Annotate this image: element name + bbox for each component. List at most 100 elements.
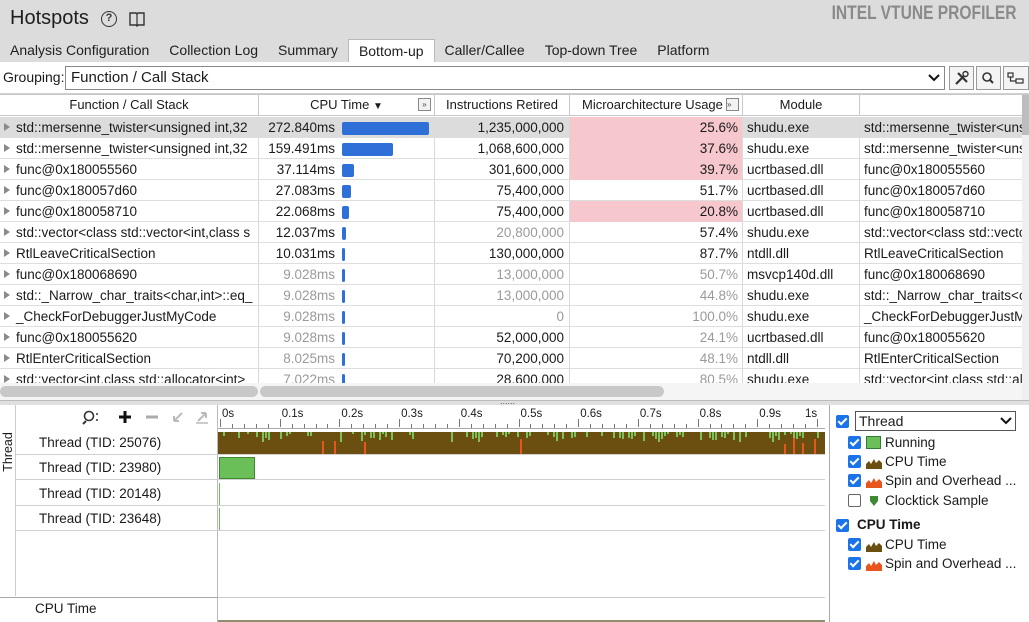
search-button[interactable]: [976, 66, 1001, 90]
tab-top-down-tree[interactable]: Top-down Tree: [535, 39, 648, 62]
book-icon[interactable]: [128, 10, 146, 28]
function-cell[interactable]: func@0x180068690: [0, 264, 259, 285]
table-row[interactable]: std::mersenne_twister<unsigned int,32 272…: [0, 117, 1029, 138]
table-row[interactable]: func@0x180058710 22.068ms 75,400,000 20.8% u…: [0, 201, 1029, 222]
expand-arrow-icon[interactable]: [4, 165, 10, 173]
table-row[interactable]: func@0x180057d60 27.083ms 75,400,000 51.7% u…: [0, 180, 1029, 201]
table-row[interactable]: func@0x180055560 37.114ms 301,600,000 39.7%…: [0, 159, 1029, 180]
vertical-scrollbar[interactable]: [1022, 95, 1029, 400]
tab-analysis-configuration[interactable]: Analysis Configuration: [0, 39, 159, 62]
layout-button[interactable]: [1003, 66, 1029, 90]
tab-summary[interactable]: Summary: [268, 39, 348, 62]
expand-arrow-icon[interactable]: [4, 249, 10, 257]
legend-checkbox[interactable]: [848, 538, 861, 551]
legend-item[interactable]: CPU Time: [866, 454, 1016, 470]
table-row[interactable]: _CheckForDebuggerJustMyCode 9.028ms 0 100.0…: [0, 306, 1029, 327]
legend-item-label: Spin and Overhead ...: [885, 556, 1017, 572]
ruler-tick: [637, 419, 639, 427]
expand-arrow-icon[interactable]: [4, 312, 10, 320]
tab-platform[interactable]: Platform: [647, 39, 719, 62]
function-cell[interactable]: std::mersenne_twister<unsigned int,32: [0, 117, 259, 138]
column-header-function-full[interactable]: [860, 95, 1022, 116]
expand-arrow-icon[interactable]: [4, 144, 10, 152]
ruler-label: 0.8s: [699, 408, 722, 420]
scroll-thumb[interactable]: [1022, 95, 1029, 135]
scroll-thumb[interactable]: [0, 386, 258, 397]
time-ruler[interactable]: 0s 0.1s 0.2s 0.3s 0.4s 0.5s 0.6s 0.7s 0.8s 0.9s 1s: [218, 405, 825, 429]
legend-checkbox[interactable]: [848, 436, 861, 449]
hierarchy-icon: [1007, 72, 1024, 84]
column-header-function[interactable]: Function / Call Stack: [0, 95, 259, 116]
zoom-icon[interactable]: [82, 409, 102, 425]
function-cell[interactable]: func@0x180055560: [0, 159, 259, 180]
function-cell[interactable]: RtlLeaveCriticalSection: [0, 243, 259, 264]
expand-arrow-icon[interactable]: [4, 123, 10, 131]
function-cell[interactable]: func@0x180055620: [0, 327, 259, 348]
expand-arrow-icon[interactable]: [4, 375, 10, 383]
scroll-thumb[interactable]: [260, 386, 664, 397]
tools-button[interactable]: [949, 66, 974, 90]
legend-item[interactable]: Spin and Overhead ...: [866, 473, 1016, 489]
legend-item[interactable]: Clocktick Sample: [866, 493, 1016, 509]
tab-collection-log[interactable]: Collection Log: [159, 39, 268, 62]
function-full-cell: func@0x180068690: [864, 267, 986, 282]
function-cell[interactable]: RtlEnterCriticalSection: [0, 348, 259, 369]
cpu-time-track-label: CPU Time: [35, 601, 97, 616]
expand-arrow-icon[interactable]: [4, 354, 10, 362]
legend-item[interactable]: Running: [866, 435, 1016, 451]
thread-lane[interactable]: [218, 455, 825, 481]
expand-arrow-icon[interactable]: [4, 270, 10, 278]
legend-cpu-time-checkbox[interactable]: [836, 519, 849, 532]
thread-label[interactable]: Thread (TID: 25076): [16, 430, 218, 455]
thread-lane[interactable]: [218, 430, 825, 460]
zoom-to-selection-icon[interactable]: [170, 409, 186, 425]
function-cell[interactable]: std::vector<class std::vector<int,class …: [0, 222, 259, 243]
thread-lane[interactable]: [218, 505, 825, 531]
expand-arrow-icon[interactable]: [4, 228, 10, 236]
grouping-select[interactable]: Function / Call Stack: [65, 66, 945, 90]
expand-arrow-icon[interactable]: [4, 207, 10, 215]
table-row[interactable]: std::mersenne_twister<unsigned int,32 159…: [0, 138, 1029, 159]
function-cell[interactable]: func@0x180057d60: [0, 180, 259, 201]
column-header-instructions[interactable]: Instructions Retired: [435, 95, 570, 116]
expand-column-icon[interactable]: »: [726, 98, 739, 111]
legend-thread-checkbox[interactable]: [836, 415, 849, 428]
function-cell[interactable]: std::mersenne_twister<unsigned int,32: [0, 138, 259, 159]
legend-checkbox[interactable]: [848, 455, 861, 469]
legend-checkbox[interactable]: [848, 474, 861, 488]
expand-column-icon[interactable]: »: [418, 98, 431, 111]
table-row[interactable]: func@0x180055620 9.028ms 52,000,000 24.1% uc…: [0, 327, 1029, 348]
table-row[interactable]: RtlLeaveCriticalSection 10.031ms 130,000,0…: [0, 243, 1029, 264]
undo-zoom-icon[interactable]: [194, 409, 210, 425]
zoom-out-icon[interactable]: [144, 409, 160, 425]
expand-arrow-icon[interactable]: [4, 291, 10, 299]
thread-label[interactable]: Thread (TID: 20148): [16, 481, 218, 506]
legend-checkbox[interactable]: [848, 493, 861, 507]
zoom-in-icon[interactable]: [117, 409, 133, 425]
ruler-tick: [458, 419, 460, 427]
column-header-module[interactable]: Module: [743, 95, 860, 116]
column-header-microarchitecture[interactable]: Microarchitecture Usage »: [570, 95, 743, 116]
help-icon[interactable]: ?: [101, 11, 117, 27]
function-cell[interactable]: _CheckForDebuggerJustMyCode: [0, 306, 259, 327]
cpu-time-value: 159.491ms: [268, 141, 335, 156]
thread-label[interactable]: Thread (TID: 23980): [16, 455, 218, 481]
tab-caller-callee[interactable]: Caller/Callee: [435, 39, 535, 62]
thread-label[interactable]: Thread (TID: 23648): [16, 506, 218, 531]
table-row[interactable]: func@0x180068690 9.028ms 13,000,000 50.7% ms…: [0, 264, 1029, 285]
table-row[interactable]: RtlEnterCriticalSection 8.025ms 70,200,000…: [0, 348, 1029, 369]
table-row[interactable]: std::_Narrow_char_traits<char,int>::eq_ 9…: [0, 285, 1029, 306]
column-header-cpu-time[interactable]: CPU Time ▼ »: [259, 95, 435, 116]
cpu-time-track[interactable]: [218, 598, 825, 622]
legend-item[interactable]: Spin and Overhead ...: [866, 556, 1016, 572]
legend-checkbox[interactable]: [848, 557, 861, 571]
legend-item[interactable]: CPU Time: [866, 537, 1016, 553]
function-cell[interactable]: func@0x180058710: [0, 201, 259, 222]
table-row[interactable]: std::vector<class std::vector<int,class …: [0, 222, 1029, 243]
expand-arrow-icon[interactable]: [4, 333, 10, 341]
tab-bottom-up[interactable]: Bottom-up: [347, 39, 435, 62]
thread-lane[interactable]: [218, 480, 825, 506]
expand-arrow-icon[interactable]: [4, 186, 10, 194]
legend-band-select[interactable]: Thread: [855, 411, 1016, 431]
function-cell[interactable]: std::_Narrow_char_traits<char,int>::eq_: [0, 285, 259, 306]
